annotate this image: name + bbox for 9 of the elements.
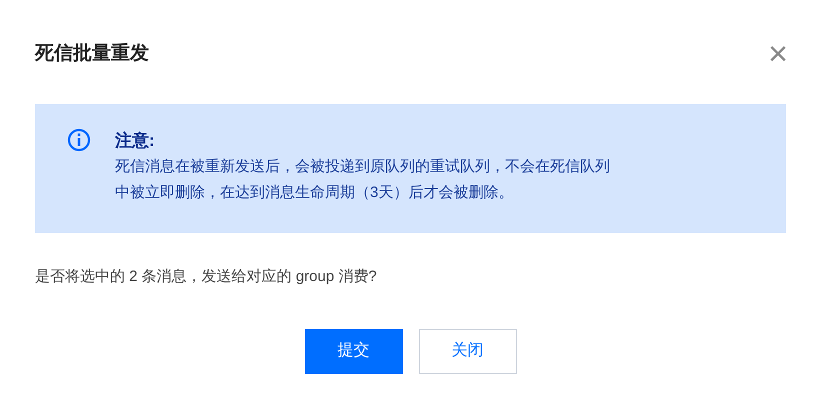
close-button[interactable]: × xyxy=(768,37,788,71)
notice-text: 死信消息在被重新发送后，会被投递到原队列的重试队列，不会在死信队列 xyxy=(115,157,610,177)
notice-heading: 注意: xyxy=(115,130,156,152)
submit-button[interactable]: 提交 xyxy=(304,328,402,374)
info-icon xyxy=(67,128,91,152)
confirm-question: 是否将选中的 2 条消息，发送给对应的 group 消费? xyxy=(35,267,378,287)
dialog-title: 死信批量重发 xyxy=(35,42,149,66)
notice-text: 中被立即删除，在达到消息生命周期（3天）后才会被删除。 xyxy=(115,183,514,203)
close-dialog-button[interactable]: 关闭 xyxy=(418,328,516,374)
